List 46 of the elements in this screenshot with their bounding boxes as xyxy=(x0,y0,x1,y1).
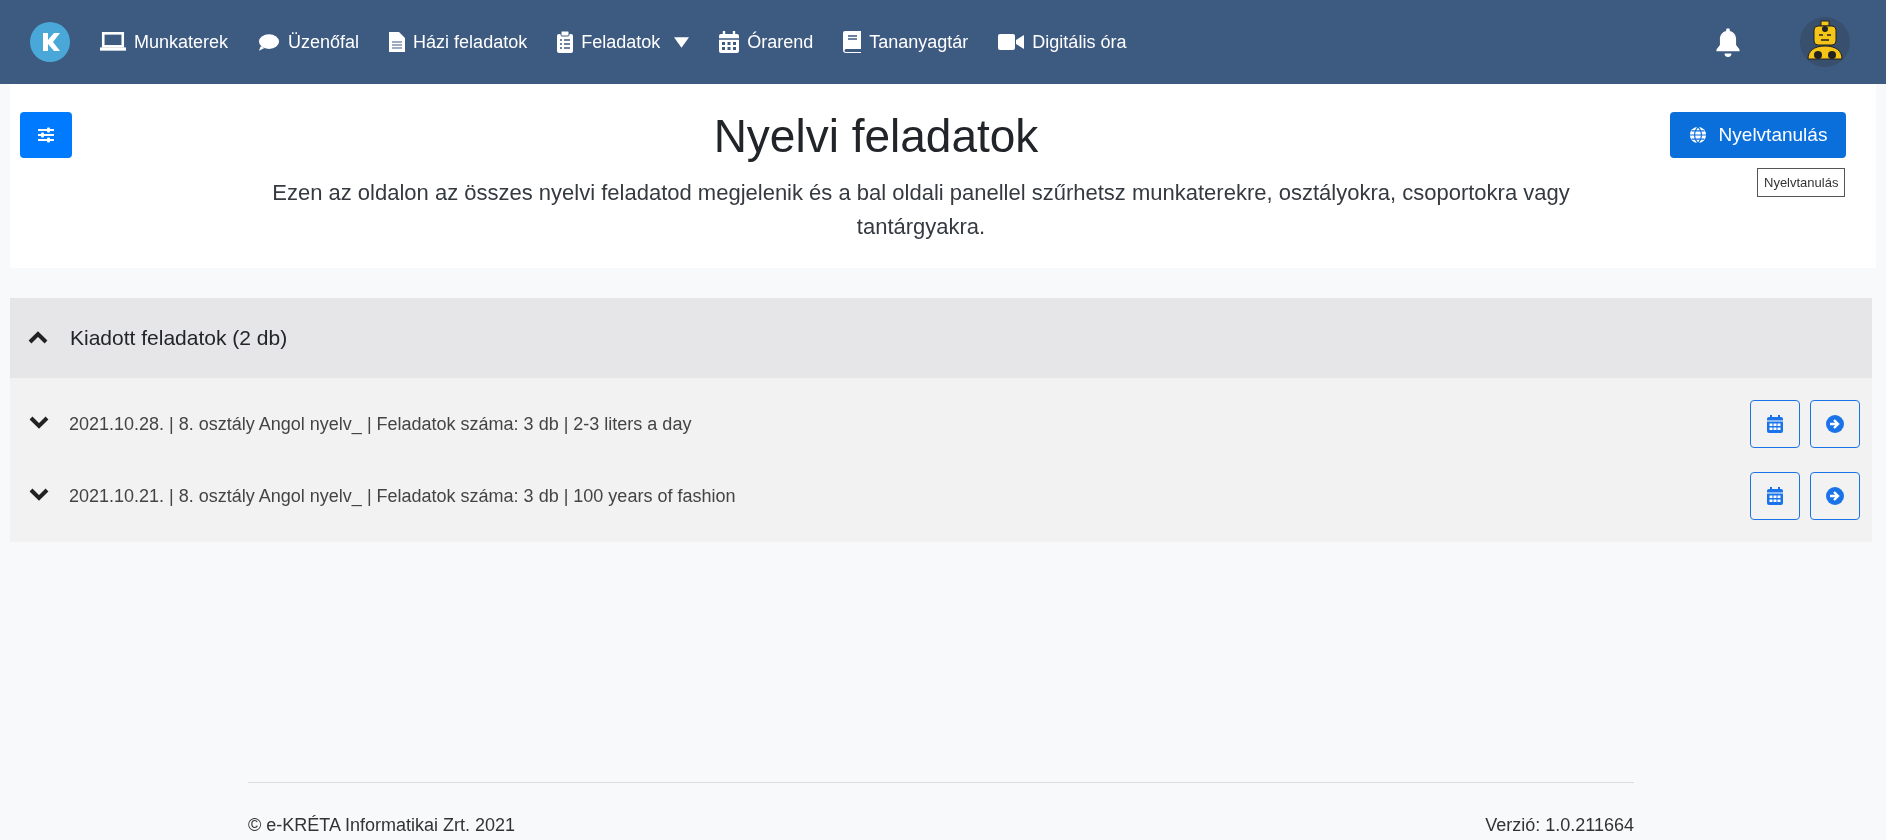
page-description: Ezen az oldalon az összes nyelvi feladatod megjelenik és a bal oldali panellel szűrhetsz munkaterekre, osztályokra, csoportokra vagy tantárgyakra. xyxy=(271,179,1571,241)
nav-link[interactable]: Üzenőfal xyxy=(258,31,360,53)
copyright-text: © e-KRÉTA Informatikai Zrt. 2021 xyxy=(248,815,516,837)
robot-avatar-icon[interactable] xyxy=(1800,17,1850,67)
nav-label: Üzenőfal xyxy=(288,31,360,53)
book-icon xyxy=(843,31,862,53)
notification-bell-icon[interactable] xyxy=(1714,27,1742,57)
section-header[interactable]: Kiadott feladatok (2 db) xyxy=(10,298,1872,378)
task-summary: 2021.10.21. | 8. osztály Angol nyelv_ | Feladatok száma: 3 db | 100 years of fashion xyxy=(69,485,737,507)
nav-label: Tananyagtár xyxy=(869,31,969,53)
speech-bubble-icon xyxy=(258,32,281,52)
page-title: Nyelvi feladatok xyxy=(712,112,1040,160)
nav-link[interactable]: Órarend xyxy=(719,31,814,53)
calendar-button[interactable] xyxy=(1750,472,1800,520)
video-camera-icon xyxy=(998,33,1025,51)
arrow-circle-icon xyxy=(1826,415,1844,433)
nav-label: Házi feladatok xyxy=(413,31,528,53)
calendar-button[interactable] xyxy=(1750,400,1800,448)
calendar-icon xyxy=(719,31,740,53)
calendar-icon xyxy=(1767,415,1783,433)
sliders-icon xyxy=(36,125,56,145)
laptop-icon xyxy=(100,31,126,53)
nav-label: Feladatok xyxy=(581,31,661,53)
language-learning-button[interactable]: Nyelvtanulás xyxy=(1670,112,1846,158)
nav-link[interactable]: Házi feladatok xyxy=(389,31,528,53)
task-summary: 2021.10.28. | 8. osztály Angol nyelv_ | Feladatok száma: 3 db | 2-3 liters a day xyxy=(69,413,693,435)
open-button[interactable] xyxy=(1810,472,1860,520)
tooltip: Nyelvtanulás xyxy=(1757,168,1846,197)
document-icon xyxy=(389,32,406,52)
nav-link[interactable]: Tananyagtár xyxy=(843,31,969,53)
version-text: Verzió: 1.0.211664 xyxy=(1485,815,1634,837)
nav-link[interactable]: Munkaterek xyxy=(100,31,229,53)
nav-label: Órarend xyxy=(747,31,814,53)
nav-dropdown[interactable]: Feladatok xyxy=(557,31,690,53)
nav-label: Digitális óra xyxy=(1032,31,1127,53)
filter-button[interactable] xyxy=(20,112,72,158)
nav-label: Munkaterek xyxy=(134,31,229,53)
task-row[interactable]: 2021.10.21. | 8. osztály Angol nyelv_ | Feladatok száma: 3 db | 100 years of fashion xyxy=(10,460,1872,532)
calendar-icon xyxy=(1767,487,1783,505)
nav-link[interactable]: Digitális óra xyxy=(998,31,1127,53)
task-row[interactable]: 2021.10.28. | 8. osztály Angol nyelv_ | Feladatok száma: 3 db | 2-3 liters a day xyxy=(10,388,1872,460)
logo-icon[interactable] xyxy=(30,22,70,62)
clipboard-icon xyxy=(557,31,574,53)
open-button[interactable] xyxy=(1810,400,1860,448)
arrow-circle-icon xyxy=(1826,487,1844,505)
globe-icon xyxy=(1688,126,1707,144)
